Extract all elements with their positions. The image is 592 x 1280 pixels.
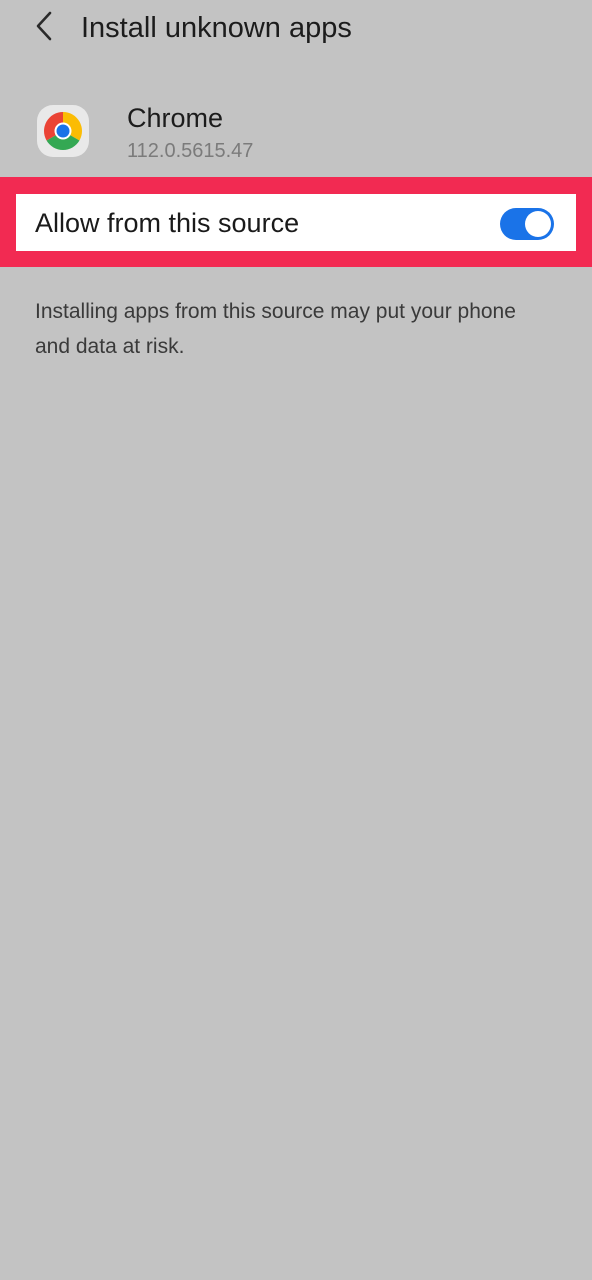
- warning-text: Installing apps from this source may put…: [35, 300, 516, 358]
- allow-from-source-row[interactable]: Allow from this source: [16, 194, 576, 251]
- app-name: Chrome: [127, 103, 224, 133]
- app-version: 112.0.5615.47: [127, 140, 254, 162]
- allow-from-source-switch[interactable]: [500, 208, 554, 240]
- highlight-frame: Allow from this source: [0, 177, 592, 267]
- page-title: Install unknown apps: [81, 12, 352, 44]
- back-button[interactable]: [22, 4, 66, 48]
- switch-knob: [525, 211, 551, 237]
- app-bar: Install unknown apps: [0, 0, 592, 56]
- chevron-left-icon: [36, 11, 52, 41]
- app-info: Chrome 112.0.5615.47: [0, 96, 592, 172]
- allow-from-source-label: Allow from this source: [35, 208, 300, 238]
- chrome-icon: [36, 104, 90, 158]
